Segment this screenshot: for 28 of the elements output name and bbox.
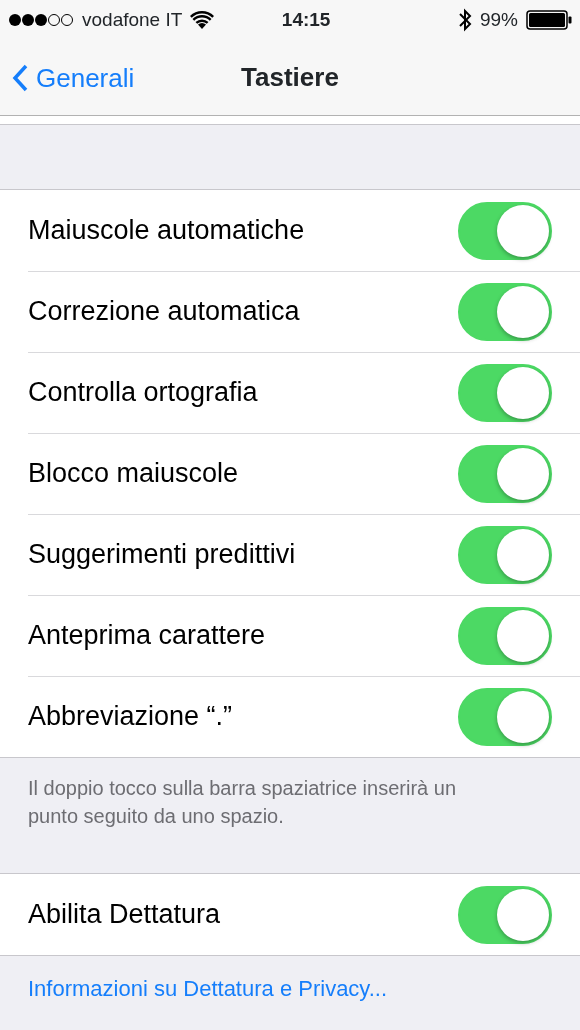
toggle-switch[interactable] <box>458 282 552 341</box>
toggle-switch[interactable] <box>458 525 552 584</box>
wifi-icon <box>190 11 215 29</box>
setting-label: Suggerimenti predittivi <box>28 538 296 572</box>
toggle-switch[interactable] <box>458 201 552 260</box>
carrier-name: vodafone IT <box>82 7 183 32</box>
signal-icon <box>8 13 74 27</box>
footer-note: Il doppio tocco sulla barra spaziatrice inserirà un punto seguito da uno spazio. <box>28 776 457 829</box>
setting-label: Anteprima carattere <box>28 619 266 653</box>
toggle-switch[interactable] <box>458 885 552 944</box>
setting-label: Correzione automatica <box>28 295 300 329</box>
status-time: 14:15 <box>281 7 331 32</box>
battery-icon <box>526 10 572 30</box>
setting-label: Abilita Dettatura <box>28 898 221 932</box>
setting-label: Abbreviazione “.” <box>28 700 233 734</box>
privacy-link[interactable]: Informazioni su Dettatura e Privacy... <box>0 956 416 1021</box>
toggle-switch[interactable] <box>458 687 552 746</box>
page-title: Tastiere <box>241 62 339 92</box>
setting-label: Controlla ortografia <box>28 376 258 410</box>
battery-percent: 99% <box>479 7 518 32</box>
setting-label: Blocco maiuscole <box>28 457 239 491</box>
toggle-switch[interactable] <box>458 444 552 503</box>
setting-label: Maiuscole automatiche <box>28 214 305 248</box>
chevron-left-icon <box>12 64 28 92</box>
back-button[interactable]: Generali <box>0 40 139 116</box>
toggle-switch[interactable] <box>458 363 552 422</box>
toggle-switch[interactable] <box>458 606 552 665</box>
bluetooth-icon <box>457 7 472 33</box>
